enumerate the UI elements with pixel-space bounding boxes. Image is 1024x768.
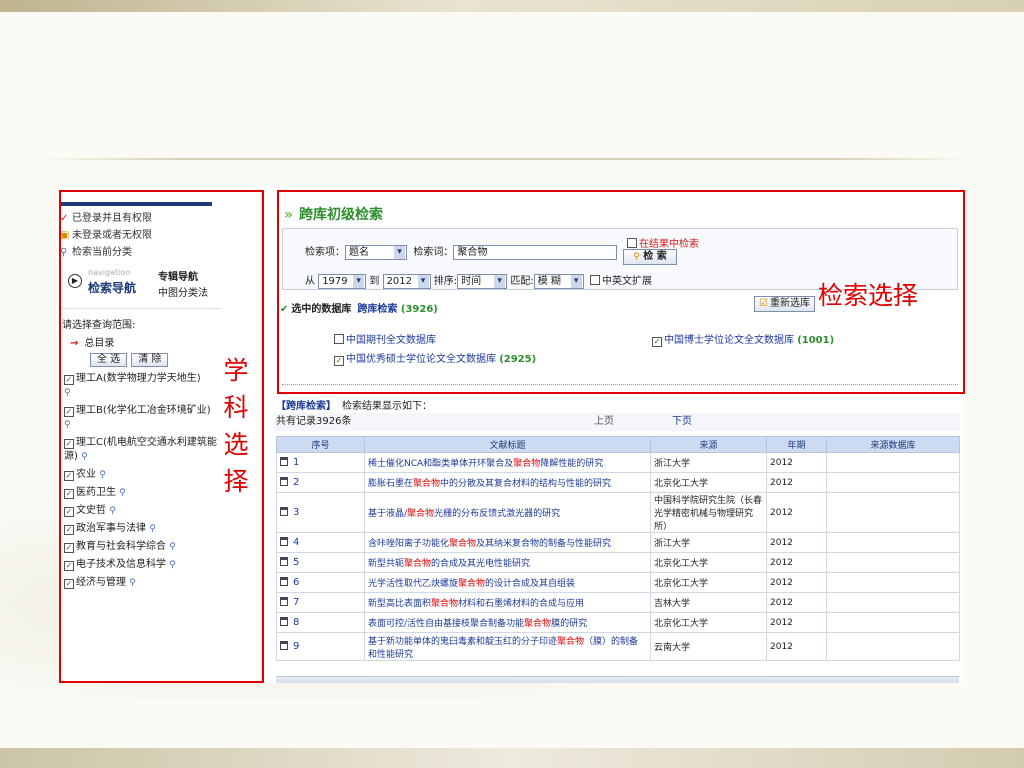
prev-page-link[interactable]: 上页 [594,413,614,431]
table-row[interactable]: 5 新型共轭聚合物的合成及其光电性能研究 北京化工大学 2012 [276,552,960,573]
row-source: 北京化工大学 [650,472,767,493]
row-title-link[interactable]: 新型高比表面积聚合物材料和石墨烯材料的合成与应用 [364,592,651,613]
table-row[interactable]: 8 表面可控/活性自由基接枝聚合制备功能聚合物膜的研究 北京化工大学 2012 [276,612,960,633]
table-header-row: 序号 文献标题 来源 年期 来源数据库 [276,436,960,453]
row-database [826,592,960,613]
row-title-link[interactable]: 表面可控/活性自由基接枝聚合制备功能聚合物膜的研究 [364,612,651,633]
row-year: 2012 [766,472,827,493]
slide-top-band [0,0,1024,12]
row-source: 云南大学 [650,632,767,661]
table-row[interactable]: 4 含咔唑阳离子功能化聚合物及其纳米复合物的制备与性能研究 浙江大学 2012 [276,532,960,553]
row-source: 浙江大学 [650,532,767,553]
row-number: 5 [276,552,365,573]
document-icon[interactable] [280,507,288,516]
row-database [826,552,960,573]
row-source: 吉林大学 [650,592,767,613]
row-database [826,492,960,533]
row-year: 2012 [766,492,827,533]
row-database [826,612,960,633]
document-icon[interactable] [280,457,288,466]
table-row[interactable]: 9 基于新功能单体的鬼臼毒素和靛玉红的分子印迹聚合物（膜）的制备和性能研究 云南大学… [276,632,960,661]
document-icon[interactable] [280,617,288,626]
row-year: 2012 [766,532,827,553]
row-source: 北京化工大学 [650,572,767,593]
document-icon[interactable] [280,641,288,650]
document-icon[interactable] [280,537,288,546]
row-title-link[interactable]: 新型共轭聚合物的合成及其光电性能研究 [364,552,651,573]
row-title-link[interactable]: 膨胀石墨在聚合物中的分散及其复合材料的结构与性能的研究 [364,472,651,493]
table-row[interactable]: 7 新型高比表面积聚合物材料和石墨烯材料的合成与应用 吉林大学 2012 [276,592,960,613]
row-number: 6 [276,572,365,593]
row-year: 2012 [766,612,827,633]
row-database [826,452,960,473]
row-database [826,572,960,593]
annotation-search-selection: 检索选择 [818,281,919,310]
row-source: 北京化工大学 [650,552,767,573]
results-table: 序号 文献标题 来源 年期 来源数据库 1 稀土催化NCA和酯类单体开环聚合及聚合… [276,436,960,661]
row-number: 4 [276,532,365,553]
col-header-year: 年期 [766,436,827,453]
row-source: 浙江大学 [650,452,767,473]
row-year: 2012 [766,552,827,573]
table-row[interactable]: 2 膨胀石墨在聚合物中的分散及其复合材料的结构与性能的研究 北京化工大学 2012 [276,472,960,493]
col-header-db: 来源数据库 [826,436,960,453]
annotation-subject-selection: 学 科 选 择 [223,356,249,496]
col-header-no: 序号 [276,436,365,453]
row-title-link[interactable]: 基于液晶/聚合物光栅的分布反馈式激光器的研究 [364,492,651,533]
row-title-link[interactable]: 稀土催化NCA和酯类单体开环聚合及聚合物降解性能的研究 [364,452,651,473]
next-page-link[interactable]: 下页 [672,413,692,431]
row-title-link[interactable]: 基于新功能单体的鬼臼毒素和靛玉红的分子印迹聚合物（膜）的制备和性能研究 [364,632,651,661]
row-year: 2012 [766,592,827,613]
document-icon[interactable] [280,557,288,566]
row-year: 2012 [766,632,827,661]
row-number: 2 [276,472,365,493]
document-icon[interactable] [280,577,288,586]
document-icon[interactable] [280,477,288,486]
row-database [826,472,960,493]
table-row[interactable]: 6 光学活性取代乙炔螺旋聚合物的设计合成及其自组装 北京化工大学 2012 [276,572,960,593]
row-number: 7 [276,592,365,613]
row-year: 2012 [766,452,827,473]
row-title-link[interactable]: 含咔唑阳离子功能化聚合物及其纳米复合物的制备与性能研究 [364,532,651,553]
total-count: 共有记录3926条 [276,416,352,427]
row-number: 1 [276,452,365,473]
slide-bottom-band [0,748,1024,768]
horizontal-scrollbar[interactable] [276,676,959,683]
row-database [826,632,960,661]
row-number: 9 [276,632,365,661]
results-header: 【跨库检索】 检索结果显示如下： [276,401,432,412]
results-pager: 共有记录3926条 上页 下页 [274,413,960,431]
row-number: 8 [276,612,365,633]
table-row[interactable]: 3 基于液晶/聚合物光栅的分布反馈式激光器的研究 中国科学院研究生院（长春光学精密机… [276,492,960,533]
col-header-source: 来源 [650,436,767,453]
document-icon[interactable] [280,597,288,606]
table-row[interactable]: 1 稀土催化NCA和酯类单体开环聚合及聚合物降解性能的研究 浙江大学 2012 [276,452,960,473]
row-database [826,532,960,553]
row-title-link[interactable]: 光学活性取代乙炔螺旋聚合物的设计合成及其自组装 [364,572,651,593]
row-year: 2012 [766,572,827,593]
col-header-title: 文献标题 [364,436,651,453]
slide-divider [40,158,974,160]
row-number: 3 [276,492,365,533]
row-source: 中国科学院研究生院（长春光学精密机械与物理研究所） [650,492,767,533]
row-source: 北京化工大学 [650,612,767,633]
